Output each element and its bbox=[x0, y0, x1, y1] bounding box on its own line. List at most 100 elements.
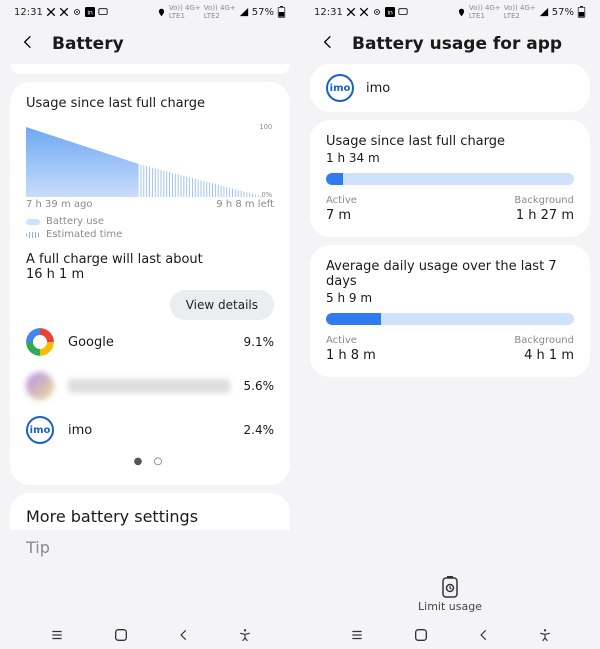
google-icon bbox=[26, 328, 54, 356]
card2-bar-fill bbox=[326, 313, 381, 325]
battery-limit-icon bbox=[441, 576, 459, 598]
status-time: 12:31 bbox=[14, 7, 43, 18]
page-title: Battery bbox=[52, 34, 124, 54]
legend-swatch-est bbox=[26, 232, 40, 238]
usage-card: Usage since last full charge 100 0% 7 h … bbox=[10, 82, 290, 485]
sim2-label: Vo)) 4G+LTE2 bbox=[504, 4, 536, 20]
status-battery-pct: 57% bbox=[552, 7, 574, 18]
x-icon bbox=[346, 7, 356, 17]
nav-bar bbox=[0, 621, 300, 649]
card-slice-top bbox=[10, 64, 290, 74]
signal-icon bbox=[239, 7, 249, 17]
chat-icon bbox=[398, 7, 408, 17]
signal-icon bbox=[539, 7, 549, 17]
card2-bg-val: 4 h 1 m bbox=[524, 348, 574, 363]
card2-active-val: 1 h 8 m bbox=[326, 348, 376, 363]
avg-daily-card: Average daily usage over the last 7 days… bbox=[310, 245, 590, 377]
card2-bg-lbl: Background bbox=[514, 335, 574, 346]
full-line1: A full charge will last about bbox=[26, 252, 274, 267]
screen-battery: 12:31 in Vo)) 4G+LTE1 Vo)) 4G+LTE2 57% B… bbox=[0, 0, 300, 649]
back-button[interactable] bbox=[16, 30, 40, 58]
limit-usage-label: Limit usage bbox=[418, 600, 482, 613]
nav-back[interactable] bbox=[177, 628, 191, 642]
card1-bg-val: 1 h 27 m bbox=[516, 208, 574, 223]
nav-home[interactable] bbox=[413, 627, 429, 643]
card2-active-lbl: Active bbox=[326, 335, 376, 346]
chat-icon bbox=[98, 7, 108, 17]
svg-text:100: 100 bbox=[259, 123, 272, 131]
svg-text:in: in bbox=[87, 10, 92, 17]
chevron-left-icon bbox=[320, 34, 336, 50]
nav-accessibility[interactable] bbox=[538, 628, 552, 642]
card1-bg-lbl: Background bbox=[514, 195, 574, 206]
imo-icon: imo bbox=[326, 74, 354, 102]
legend-est: Estimated time bbox=[46, 229, 122, 240]
legend-use: Battery use bbox=[46, 216, 104, 227]
location-icon bbox=[157, 8, 166, 17]
card1-bar bbox=[326, 173, 574, 185]
nav-back[interactable] bbox=[477, 628, 491, 642]
gear-icon bbox=[372, 7, 382, 17]
status-battery-pct: 57% bbox=[252, 7, 274, 18]
legend-swatch-use bbox=[26, 219, 40, 225]
sim1-label: Vo)) 4G+LTE1 bbox=[169, 4, 201, 20]
blurred-icon bbox=[26, 372, 54, 400]
card1-active-val: 7 m bbox=[326, 208, 357, 223]
chart-x-right: 9 h 8 m left bbox=[216, 199, 274, 210]
sim2-label: Vo)) 4G+LTE2 bbox=[204, 4, 236, 20]
nav-recents[interactable] bbox=[48, 628, 66, 642]
app-name: imo bbox=[68, 423, 230, 438]
svg-text:0%: 0% bbox=[262, 191, 273, 199]
app-name: imo bbox=[366, 81, 390, 96]
status-bar: 12:31 in Vo)) 4G+LTE1 Vo)) 4G+LTE2 57% bbox=[0, 0, 300, 20]
app-row-google[interactable]: Google 9.1% bbox=[26, 320, 274, 364]
card1-active-lbl: Active bbox=[326, 195, 357, 206]
nav-recents[interactable] bbox=[348, 628, 366, 642]
full-charge-note: A full charge will last about 16 h 1 m bbox=[26, 252, 274, 282]
usage-since-charge-card: Usage since last full charge 1 h 34 m Ac… bbox=[310, 120, 590, 237]
card2-bar bbox=[326, 313, 574, 325]
battery-icon bbox=[277, 6, 286, 18]
app-name: Google bbox=[68, 335, 230, 350]
gear-icon bbox=[72, 7, 82, 17]
chart-x-left: 7 h 39 m ago bbox=[26, 199, 92, 210]
more-settings-label: More battery settings bbox=[26, 507, 198, 526]
app-pct: 9.1% bbox=[244, 335, 275, 349]
back-button[interactable] bbox=[316, 30, 340, 58]
chart-legend: Battery use Estimated time bbox=[26, 216, 274, 240]
more-settings-card[interactable]: More battery settings bbox=[10, 493, 290, 530]
card1-heading: Usage since last full charge bbox=[326, 134, 574, 149]
battery-chart[interactable]: 100 0% bbox=[26, 119, 274, 199]
view-details-button[interactable]: View details bbox=[170, 290, 274, 320]
card2-heading: Average daily usage over the last 7 days bbox=[326, 259, 574, 289]
imo-icon: imo bbox=[26, 416, 54, 444]
app-header-card: imo imo bbox=[310, 64, 590, 112]
tip-peek: Tip bbox=[10, 538, 290, 557]
app-row-imo[interactable]: imo imo 2.4% bbox=[26, 408, 274, 452]
x-icon bbox=[59, 7, 69, 17]
card1-bar-fill bbox=[326, 173, 343, 185]
full-line2: 16 h 1 m bbox=[26, 267, 274, 282]
screen-app-usage: 12:31 in Vo)) 4G+LTE1 Vo)) 4G+LTE2 57% B… bbox=[300, 0, 600, 649]
nav-bar bbox=[300, 621, 600, 649]
x-icon bbox=[46, 7, 56, 17]
limit-usage-button[interactable]: Limit usage bbox=[310, 576, 590, 621]
status-bar: 12:31 in Vo)) 4G+LTE1 Vo)) 4G+LTE2 57% bbox=[300, 0, 600, 20]
sim1-label: Vo)) 4G+LTE1 bbox=[469, 4, 501, 20]
nav-accessibility[interactable] bbox=[238, 628, 252, 642]
linkedin-icon: in bbox=[385, 7, 395, 17]
app-name bbox=[68, 379, 230, 393]
chevron-left-icon bbox=[20, 34, 36, 50]
pager-dots[interactable]: ● ○ bbox=[26, 452, 274, 471]
location-icon bbox=[457, 8, 466, 17]
app-row-redacted[interactable]: 5.6% bbox=[26, 364, 274, 408]
status-time: 12:31 bbox=[314, 7, 343, 18]
svg-text:in: in bbox=[387, 10, 392, 17]
page-title: Battery usage for app bbox=[352, 34, 562, 54]
x-icon bbox=[359, 7, 369, 17]
linkedin-icon: in bbox=[85, 7, 95, 17]
card2-total: 5 h 9 m bbox=[326, 291, 574, 305]
app-pct: 2.4% bbox=[244, 423, 275, 437]
battery-icon bbox=[577, 6, 586, 18]
nav-home[interactable] bbox=[113, 627, 129, 643]
